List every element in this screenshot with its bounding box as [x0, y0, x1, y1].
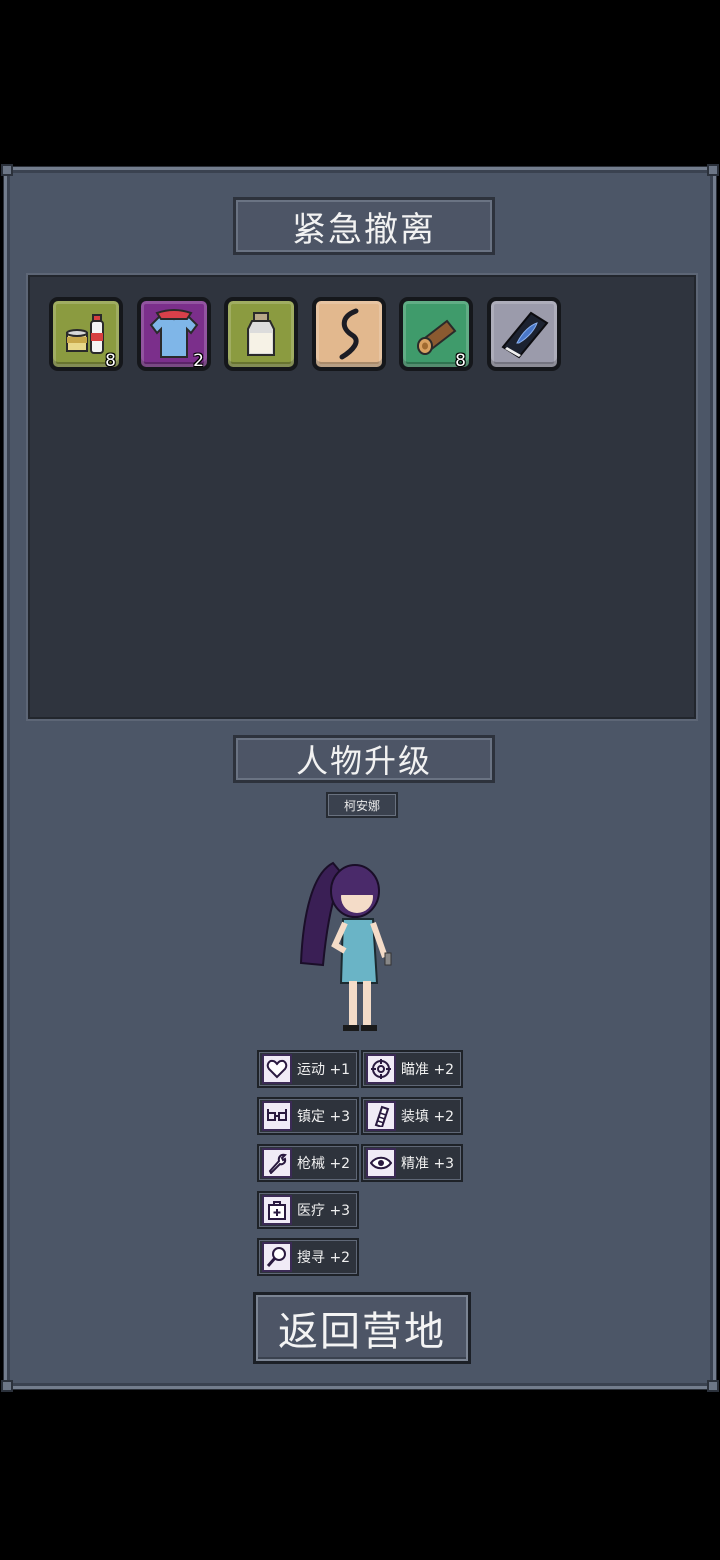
- ammo-clip-icon: [366, 1101, 396, 1131]
- stat-composure: 镇定 +3: [257, 1097, 359, 1135]
- main-panel: 紧急撤离 8 2 8 人物升级 柯安娜 运动 +1 瞄准 +2 镇定 +3 装填…: [1, 164, 719, 1392]
- panel-corner: [1, 1380, 13, 1392]
- stat-firearms: 枪械 +2: [257, 1144, 359, 1182]
- panel-corner: [707, 164, 719, 176]
- glasses-icon: [262, 1101, 292, 1131]
- loot-slot-rope[interactable]: [312, 297, 386, 371]
- item-count: 8: [105, 351, 116, 371]
- stat-label: 枪械 +2: [297, 1156, 351, 1172]
- eye-icon: [366, 1148, 396, 1178]
- loot-slot-shirt[interactable]: 2: [137, 297, 211, 371]
- evacuation-title: 紧急撤离: [233, 197, 495, 255]
- loot-slot-wood[interactable]: 8: [399, 297, 473, 371]
- crosshair-icon: [366, 1054, 396, 1084]
- wrench-icon: [262, 1148, 292, 1178]
- loot-area: 8 2 8: [26, 273, 698, 721]
- panel-corner: [707, 1380, 719, 1392]
- medkit-icon: [262, 1195, 292, 1225]
- item-count: 8: [455, 351, 466, 371]
- stat-label: 搜寻 +2: [297, 1250, 351, 1266]
- stat-reload: 装填 +2: [361, 1097, 463, 1135]
- loot-slot-milk[interactable]: [224, 297, 298, 371]
- loot-slot-book[interactable]: [487, 297, 561, 371]
- item-count: 2: [193, 351, 204, 371]
- panel-corner: [1, 164, 13, 176]
- character-name: 柯安娜: [326, 792, 398, 818]
- milk-bottle-icon: [247, 312, 275, 356]
- stat-label: 装填 +2: [401, 1109, 455, 1125]
- return-to-camp-button[interactable]: 返回营地: [253, 1292, 471, 1364]
- stat-precision: 精准 +3: [361, 1144, 463, 1182]
- fish-book-icon: [501, 311, 549, 359]
- stat-label: 医疗 +3: [297, 1203, 351, 1219]
- rope-icon: [339, 308, 359, 360]
- stat-search: 搜寻 +2: [257, 1238, 359, 1276]
- stat-medical: 医疗 +3: [257, 1191, 359, 1229]
- stat-label: 运动 +1: [297, 1062, 351, 1078]
- stat-label: 镇定 +3: [297, 1109, 351, 1125]
- magnifier-icon: [262, 1242, 292, 1272]
- stat-label: 精准 +3: [401, 1156, 455, 1172]
- upgrade-title: 人物升级: [233, 735, 495, 783]
- stat-label: 瞄准 +2: [401, 1062, 455, 1078]
- heart-icon: [262, 1054, 292, 1084]
- stat-fitness: 运动 +1: [257, 1050, 359, 1088]
- loot-slot-canned-food[interactable]: 8: [49, 297, 123, 371]
- character-sprite: [299, 861, 392, 1031]
- stat-aim: 瞄准 +2: [361, 1050, 463, 1088]
